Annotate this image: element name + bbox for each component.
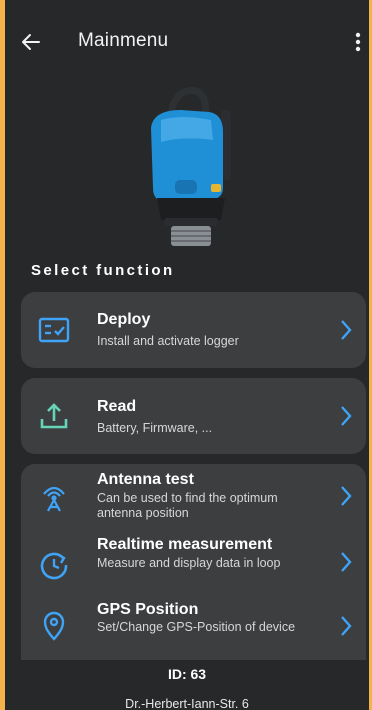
arrow-left-icon[interactable] xyxy=(19,30,43,54)
menu-item-label: Deploy xyxy=(97,311,151,328)
location-pin-icon xyxy=(43,611,65,641)
menu-item-description: Set/Change GPS-Position of device xyxy=(97,620,296,634)
more-vertical-icon[interactable] xyxy=(351,29,365,55)
app-bar: Mainmenu xyxy=(5,20,369,66)
deploy-icon xyxy=(38,317,70,343)
tools-card: Antenna test Can be used to find the opt… xyxy=(21,464,366,660)
section-title: Select function xyxy=(31,262,175,279)
menu-item-label: Read xyxy=(97,398,137,415)
chevron-right-icon xyxy=(341,406,352,426)
menu-item-label: Realtime measurement xyxy=(97,536,273,553)
menu-item-description: Install and activate logger xyxy=(97,334,239,348)
page-title: Mainmenu xyxy=(78,30,169,51)
realtime-icon xyxy=(40,552,68,580)
menu-item-description: Measure and display data in loop xyxy=(97,556,281,570)
menu-item-read[interactable]: Read Battery, Firmware, ... xyxy=(21,378,366,454)
chevron-right-icon xyxy=(341,320,352,340)
address-text: Dr.-Herbert-Iann-Str. 6 xyxy=(125,697,249,710)
menu-item-label: GPS Position xyxy=(97,601,199,618)
chevron-right-icon xyxy=(341,486,352,506)
deploy-card: Deploy Install and activate logger xyxy=(21,292,366,368)
chevron-right-icon xyxy=(341,616,352,636)
antenna-icon xyxy=(43,486,65,512)
read-card: Read Battery, Firmware, ... xyxy=(21,378,366,454)
menu-item-deploy[interactable]: Deploy Install and activate logger xyxy=(21,292,366,368)
menu-item-description: Battery, Firmware, ... xyxy=(97,421,213,435)
menu-item-antenna-test[interactable]: Antenna test Can be used to find the opt… xyxy=(21,464,366,528)
logger-device-icon xyxy=(151,87,231,246)
chevron-right-icon xyxy=(341,552,352,572)
menu-item-gps-position[interactable]: GPS Position Set/Change GPS-Position of … xyxy=(21,596,366,660)
menu-item-description: Can be used to find the optimum antenna … xyxy=(97,491,278,520)
upload-icon xyxy=(40,403,68,429)
app-screen: Mainmenu Select function Deploy Install … xyxy=(5,0,369,710)
menu-item-realtime-measurement[interactable]: Realtime measurement Measure and display… xyxy=(21,534,366,598)
menu-item-label: Antenna test xyxy=(97,471,194,488)
logger-id: ID: 63 xyxy=(167,666,207,682)
